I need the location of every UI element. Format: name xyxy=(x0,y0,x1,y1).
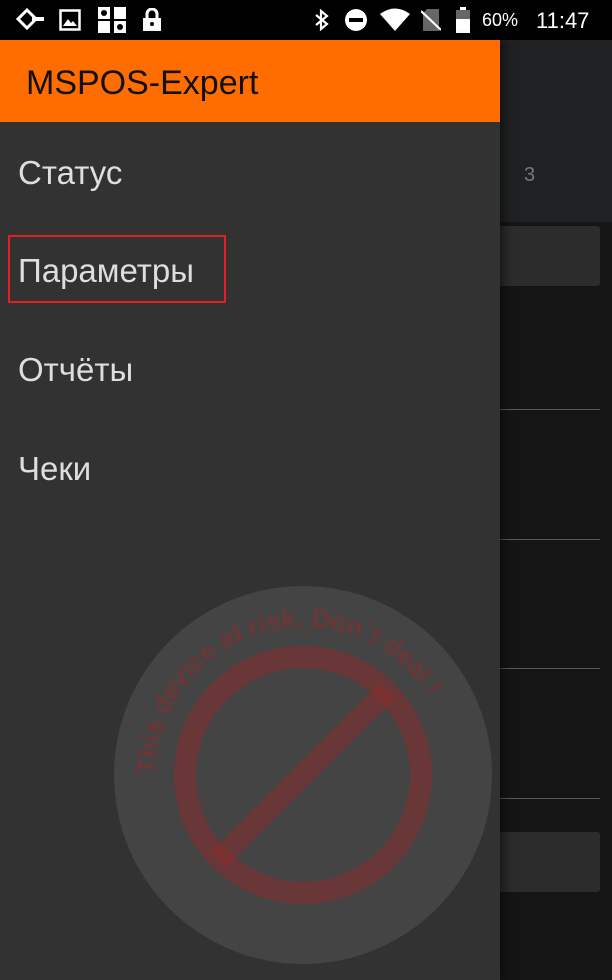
do-not-disturb-icon xyxy=(343,6,369,34)
menu-item-reports[interactable]: Отчёты xyxy=(0,321,500,419)
background-divider xyxy=(498,409,600,410)
menu-item-status[interactable]: Статус xyxy=(0,124,500,222)
gallery-icon xyxy=(58,6,82,34)
menu-item-label: Чеки xyxy=(18,450,92,487)
menu-item-label: Отчёты xyxy=(18,351,134,388)
background-divider xyxy=(498,668,600,669)
background-divider xyxy=(498,798,600,799)
status-bar: 60% 11:47 xyxy=(0,0,612,40)
menu-item-receipts[interactable]: Чеки xyxy=(0,420,500,518)
menu-item-label: Статус xyxy=(18,154,123,191)
background-input-field[interactable] xyxy=(498,226,600,286)
clock: 11:47 xyxy=(536,8,590,33)
no-sim-icon xyxy=(420,6,442,34)
wifi-icon xyxy=(378,6,412,34)
background-input-field[interactable] xyxy=(498,832,600,892)
lock-icon xyxy=(140,6,164,34)
app-title: MSPOS-Expert xyxy=(26,64,259,102)
highlight-box xyxy=(8,235,226,303)
background-tab-label[interactable]: 3 xyxy=(524,164,535,187)
notification-diamond-icon xyxy=(16,6,46,34)
navigation-drawer: MSPOS-Expert Статус Параметры Отчёты Чек… xyxy=(0,40,500,980)
battery-percent: 60% xyxy=(482,10,519,30)
app-grid-icon xyxy=(96,6,128,34)
bluetooth-icon xyxy=(312,6,332,34)
battery-icon xyxy=(454,6,472,34)
drawer-header: MSPOS-Expert xyxy=(0,40,500,122)
background-divider xyxy=(498,539,600,540)
